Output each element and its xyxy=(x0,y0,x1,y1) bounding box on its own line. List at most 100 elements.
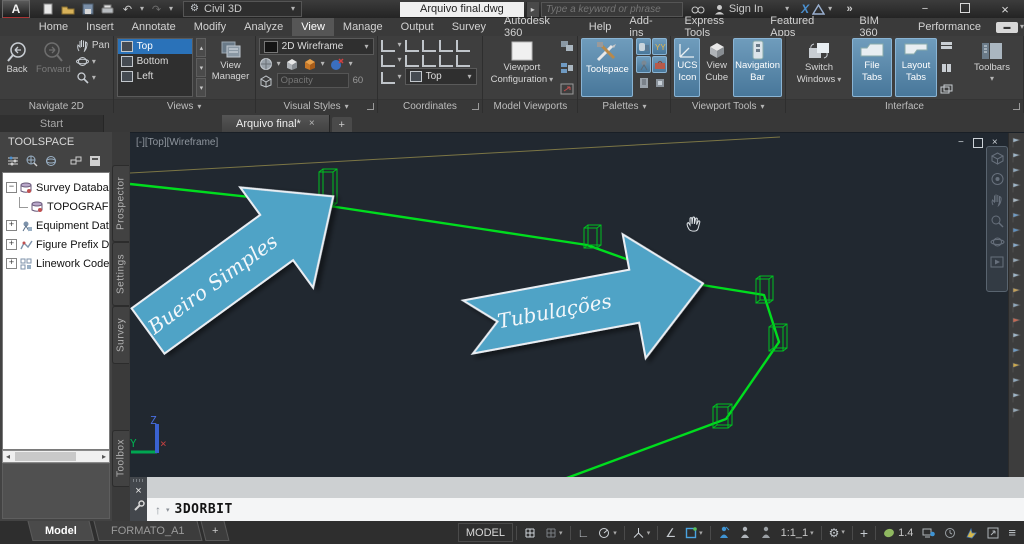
named-ucs-dropdown[interactable]: Top ▾ xyxy=(405,68,477,85)
survey-tool-icon-12[interactable] xyxy=(1011,302,1022,313)
zoom-globe-icon[interactable] xyxy=(26,155,38,167)
tab-output[interactable]: Output xyxy=(392,18,443,36)
tree-item-linework-code-sets[interactable]: + Linework Code Sets xyxy=(3,254,109,273)
ucs-face-icon[interactable] xyxy=(439,40,453,52)
tab-insert[interactable]: Insert xyxy=(77,18,123,36)
ucs-world-icon[interactable] xyxy=(381,40,395,52)
materials-icon[interactable] xyxy=(329,57,345,71)
navbar-zoom-icon[interactable] xyxy=(990,214,1004,228)
survey-tool-icon-4[interactable] xyxy=(1011,182,1022,193)
survey-palette-icon[interactable] xyxy=(636,56,651,73)
viewport-tools-panel-caret-icon[interactable]: ▾ xyxy=(761,103,765,111)
toolbars-button[interactable]: Toolbars ▾ xyxy=(964,38,1020,97)
tree-item-equipment-databases[interactable]: + Equipment Datab... xyxy=(3,216,109,235)
view-item-bottom[interactable]: Bottom xyxy=(118,54,193,69)
tab-modify[interactable]: Modify xyxy=(185,18,235,36)
undo-icon[interactable]: ↶ xyxy=(120,2,135,16)
view-cube-toggle-button[interactable]: View Cube xyxy=(703,38,730,97)
pipeline-polyline[interactable] xyxy=(130,184,779,478)
survey-tool-icon-13[interactable] xyxy=(1011,317,1022,328)
tab-performance[interactable]: Performance xyxy=(909,18,990,36)
ucs-icon-toggle-button[interactable]: UCS Icon xyxy=(674,38,700,97)
tab-autodesk-360[interactable]: Autodesk 360 xyxy=(495,18,580,36)
search-binoculars-icon[interactable] xyxy=(691,2,706,16)
join-viewports-icon[interactable] xyxy=(560,62,574,74)
survey-tool-icon-5[interactable] xyxy=(1011,197,1022,208)
tree-expand-toggle[interactable]: + xyxy=(6,239,17,250)
ortho-mode-toggle[interactable]: ∟ xyxy=(574,523,594,542)
annotation-scale-sync-icon[interactable] xyxy=(756,523,776,542)
toolspace-button[interactable]: Toolspace xyxy=(581,38,633,97)
restore-button[interactable] xyxy=(958,3,972,16)
object-snap-toggle[interactable]: ▾ xyxy=(681,523,707,542)
ucs-rotate-icon[interactable] xyxy=(405,55,419,67)
command-recent-icon[interactable]: ↑ xyxy=(155,503,161,517)
command-history-area[interactable] xyxy=(147,477,1024,499)
toolspace-tab-prospector[interactable]: Prospector xyxy=(112,165,129,242)
survey-tool-icon-19[interactable] xyxy=(1011,407,1022,418)
ucs-previous-icon[interactable] xyxy=(405,40,419,52)
ucs-z-rotate-icon[interactable] xyxy=(439,55,453,67)
survey-tool-icon-7[interactable] xyxy=(1011,227,1022,238)
units-button[interactable]: 1.4 xyxy=(879,523,917,542)
views-expand-button[interactable]: ▾ xyxy=(196,78,206,97)
dialog-launcher-icon[interactable] xyxy=(472,103,479,110)
snap-mode-toggle[interactable] xyxy=(520,523,540,542)
ucs-zaxis-icon[interactable] xyxy=(422,55,436,67)
toolspace-tab-survey[interactable]: Survey xyxy=(112,306,129,364)
navbar-orbit-icon[interactable] xyxy=(990,235,1005,249)
navbar-viewcube-icon[interactable] xyxy=(990,151,1005,165)
viewport-configuration-button[interactable]: Viewport Configuration▾ xyxy=(486,38,557,97)
visual-style-dropdown[interactable]: 2D Wireframe ▾ xyxy=(259,38,374,55)
survey-tool-icon-3[interactable] xyxy=(1011,167,1022,178)
redo-dropdown-icon[interactable]: ▾ xyxy=(169,5,173,13)
views-panel-caret-icon[interactable]: ▾ xyxy=(197,103,201,111)
survey-tool-icon-8[interactable] xyxy=(1011,242,1022,253)
file-tab-document[interactable]: Arquivo final* × xyxy=(222,115,330,132)
tree-item-survey-databases[interactable]: − Survey Databases xyxy=(3,178,109,197)
autodesk360-icon[interactable] xyxy=(811,2,826,16)
sign-in-button[interactable]: Sign In ▾ xyxy=(714,3,789,15)
new-drawing-tab-button[interactable]: + xyxy=(332,117,352,132)
file-tab-start[interactable]: Start xyxy=(0,115,104,132)
docked-survey-toolbar[interactable] xyxy=(1008,133,1024,478)
navbar-steering-wheel-icon[interactable] xyxy=(990,172,1005,186)
survey-tool-icon-6[interactable] xyxy=(1011,212,1022,223)
event-viewer-icon[interactable] xyxy=(636,74,651,91)
tab-bim-360[interactable]: BIM 360 xyxy=(850,18,909,36)
survey-tool-icon-14[interactable] xyxy=(1011,332,1022,343)
isolate-objects-toggle[interactable] xyxy=(940,523,960,542)
shaded-cube-icon[interactable] xyxy=(285,57,299,71)
tile-horizontally-icon[interactable] xyxy=(940,41,953,50)
navigation-bar[interactable] xyxy=(986,146,1008,292)
tree-expand-toggle[interactable]: + xyxy=(6,258,17,269)
osnap-caret-icon[interactable]: ▾ xyxy=(699,529,703,537)
palettes-panel-caret-icon[interactable]: ▾ xyxy=(642,103,646,111)
undo-dropdown-icon[interactable]: ▾ xyxy=(140,5,144,13)
views-scroll-up-button[interactable]: ▴ xyxy=(196,38,206,57)
annotation-scale-button[interactable]: 1:1_1▾ xyxy=(777,523,818,542)
tab-survey[interactable]: Survey xyxy=(443,18,495,36)
survey-tool-icon-9[interactable] xyxy=(1011,257,1022,268)
ucs-3point-icon[interactable] xyxy=(456,55,470,67)
link-icon[interactable] xyxy=(70,155,82,167)
survey-tool-icon-1[interactable] xyxy=(1011,137,1022,148)
open-file-icon[interactable] xyxy=(60,2,75,16)
tab-view[interactable]: View xyxy=(292,18,334,36)
survey-tool-icon-11[interactable] xyxy=(1011,287,1022,298)
toolspace-tab-settings[interactable]: Settings xyxy=(112,242,129,306)
prospector-palette-icon[interactable] xyxy=(636,38,651,55)
autodesk360-caret-icon[interactable]: ▾ xyxy=(828,5,832,13)
object-snap-tracking-toggle[interactable]: ∠ xyxy=(661,523,680,542)
drawing-editor-icon[interactable] xyxy=(652,74,667,91)
tab-analyze[interactable]: Analyze xyxy=(235,18,292,36)
viewport-controls-label[interactable]: [-][Top][Wireframe] xyxy=(136,137,218,148)
exchange-apps-icon[interactable]: X xyxy=(801,2,809,16)
command-options-caret-icon[interactable]: ▾ xyxy=(166,506,170,514)
tab-express-tools[interactable]: Express Tools xyxy=(675,18,761,36)
tab-featured-apps[interactable]: Featured Apps xyxy=(761,18,850,36)
survey-settings-icon[interactable] xyxy=(7,155,19,167)
dialog-launcher-icon[interactable] xyxy=(367,103,374,110)
view-item-left[interactable]: Left xyxy=(118,69,193,84)
ucs-origin-icon[interactable] xyxy=(381,55,395,67)
